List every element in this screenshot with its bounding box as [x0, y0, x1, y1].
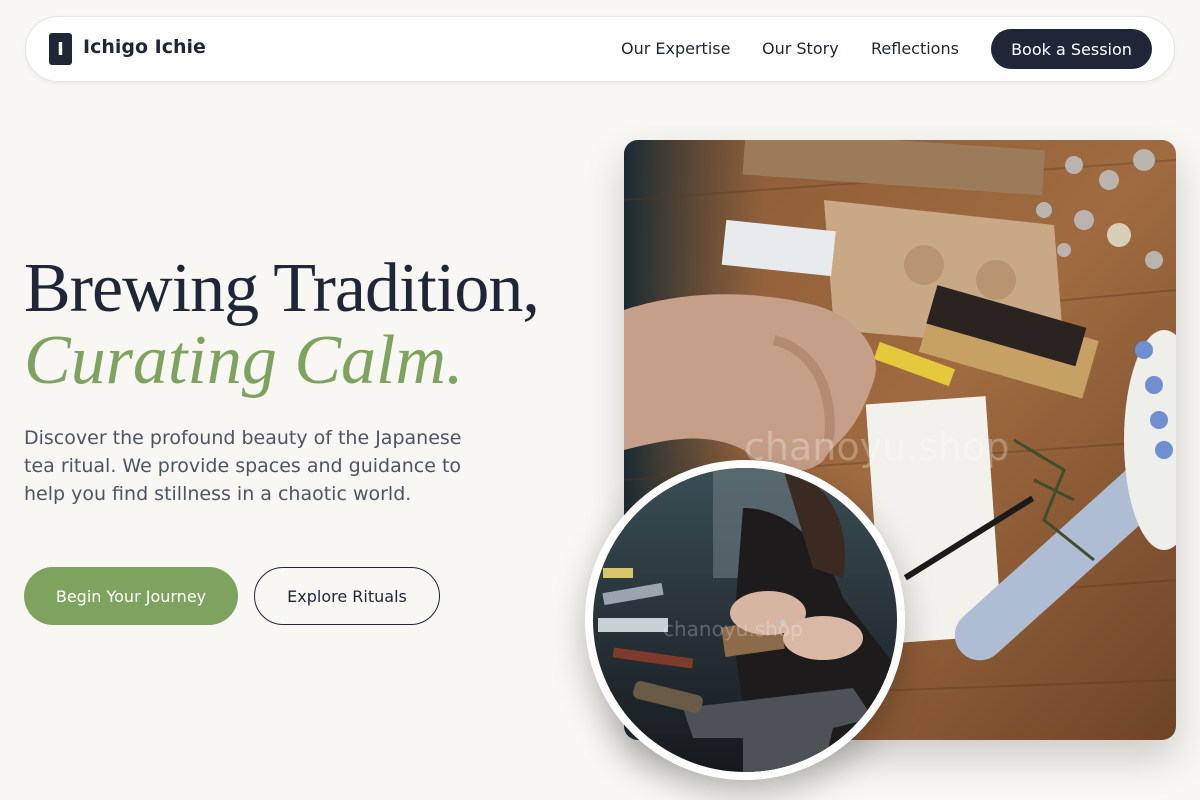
- brand-name[interactable]: Ichigo Ichie: [83, 36, 206, 58]
- book-session-button[interactable]: Book a Session: [991, 29, 1152, 69]
- begin-journey-button[interactable]: Begin Your Journey: [24, 567, 238, 625]
- hero-inset-image: chanoyu.shop: [585, 460, 905, 780]
- watermark-text: chanoyu.shop: [744, 425, 1010, 469]
- hero-title-line2: Curating Calm.: [24, 322, 464, 399]
- watermark-text-inset: chanoyu.shop: [663, 617, 803, 641]
- nav-link-reflections[interactable]: Reflections: [871, 39, 959, 58]
- nav-link-our-expertise[interactable]: Our Expertise: [621, 39, 730, 58]
- explore-rituals-button[interactable]: Explore Rituals: [254, 567, 440, 625]
- top-navbar: I Ichigo Ichie Our Expertise Our Story R…: [25, 16, 1175, 82]
- hero-title-line1: Brewing Tradition,: [24, 250, 540, 327]
- logo-icon[interactable]: I: [49, 33, 72, 65]
- nav-link-our-story[interactable]: Our Story: [762, 39, 839, 58]
- hero-description: Discover the profound beauty of the Japa…: [24, 427, 462, 505]
